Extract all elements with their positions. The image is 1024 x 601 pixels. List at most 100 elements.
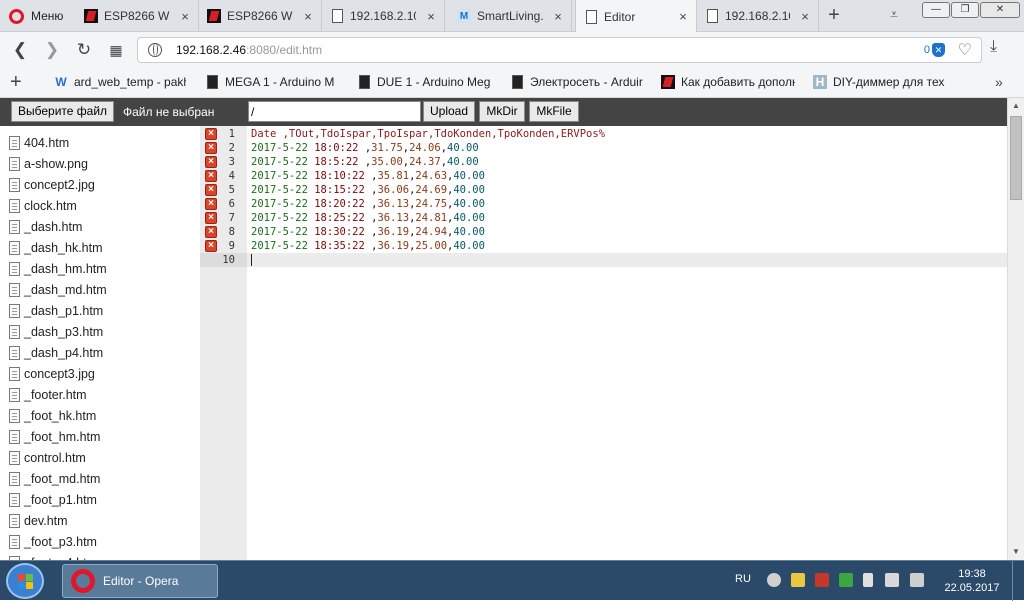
error-marker-icon[interactable]: × — [205, 128, 217, 140]
code-line: Date ,TOut,TdoIspar,TpoIspar,TdoKonden,T… — [247, 127, 1007, 141]
download-icon[interactable]: ⤓ — [990, 38, 997, 56]
path-input[interactable] — [248, 101, 421, 122]
file-item[interactable]: _footer.htm — [9, 388, 87, 402]
file-item[interactable]: 404.htm — [9, 136, 69, 150]
page-icon — [205, 75, 219, 89]
close-tab-icon[interactable]: × — [674, 9, 692, 24]
csv-time: 18:15:22 — [314, 184, 365, 196]
maximize-button[interactable]: ❐ — [951, 2, 979, 18]
back-button[interactable]: ❮ — [8, 38, 32, 62]
bookmark-item[interactable]: Электросеть - Arduir — [510, 75, 644, 89]
error-marker-icon[interactable]: × — [205, 212, 217, 224]
file-item[interactable]: _foot_md.htm — [9, 472, 100, 486]
file-name: 404.htm — [24, 136, 70, 150]
adblock-badge[interactable]: 0 ✕ — [924, 43, 945, 57]
bookmarks-bar: + Ward_web_temp - pakh MEGA 1 - Arduino M… — [0, 68, 1024, 98]
speed-dial-icon[interactable]: ▦ — [104, 38, 128, 62]
check-tray-icon[interactable] — [839, 573, 853, 587]
tab-2[interactable]: ESP8266 Wi-F × — [199, 0, 322, 32]
scroll-thumb[interactable] — [1010, 116, 1022, 200]
file-item[interactable]: _dash_hm.htm — [9, 262, 107, 276]
mkfile-button[interactable]: MkFile — [529, 101, 579, 122]
error-marker-icon[interactable]: × — [205, 184, 217, 196]
file-item[interactable]: clock.htm — [9, 199, 77, 213]
chart-tray-icon[interactable] — [791, 573, 805, 587]
bookmark-item[interactable]: MEGA 1 - Arduino M — [205, 75, 339, 89]
language-indicator[interactable]: RU — [735, 573, 751, 585]
flag-icon[interactable] — [863, 573, 873, 587]
add-bookmark-button[interactable]: + — [10, 71, 22, 94]
new-tab-button[interactable]: + — [822, 3, 846, 27]
file-item[interactable]: concept2.jpg — [9, 178, 95, 192]
file-item[interactable]: _foot_p3.htm — [9, 535, 97, 549]
system-clock[interactable]: 19:38 22.05.2017 — [942, 567, 1002, 595]
file-item[interactable]: _dash_hk.htm — [9, 241, 103, 255]
close-tab-icon[interactable]: × — [549, 9, 567, 24]
url-host: 192.168.2.46 — [176, 43, 247, 57]
show-desktop-button[interactable] — [1012, 561, 1024, 601]
minimize-button[interactable]: — — [922, 2, 950, 18]
more-bookmarks-icon[interactable]: » — [995, 74, 1003, 90]
antivirus-icon[interactable] — [815, 573, 829, 587]
error-marker-icon[interactable]: × — [205, 156, 217, 168]
bookmark-item[interactable]: Ward_web_temp - pakh — [54, 75, 186, 89]
file-item[interactable]: _dash_p3.htm — [9, 325, 103, 339]
close-window-button[interactable]: ✕ — [980, 2, 1020, 18]
choose-file-button[interactable]: Выберите файл — [11, 101, 115, 122]
close-tab-icon[interactable]: × — [422, 9, 440, 24]
file-item[interactable]: _foot_p1.htm — [9, 493, 97, 507]
bookmark-item[interactable]: DUE 1 - Arduino Meg — [357, 75, 491, 89]
scroll-up-icon[interactable]: ▲ — [1008, 98, 1024, 114]
file-item[interactable]: control.htm — [9, 451, 86, 465]
file-item[interactable]: _foot_hm.htm — [9, 430, 100, 444]
error-marker-icon[interactable]: × — [205, 226, 217, 238]
file-item[interactable]: _dash_p4.htm — [9, 346, 103, 360]
tab-6[interactable]: 192.168.2.102 × — [697, 0, 819, 32]
tab-4[interactable]: M SmartLiving.r × — [449, 0, 572, 32]
code-line: 2017-5-22 18:15:22 ,36.06,24.69,40.00 — [247, 183, 1007, 197]
gutter-line: × 8 — [200, 225, 247, 239]
heart-icon[interactable]: ♡ — [958, 40, 972, 60]
file-icon — [9, 514, 20, 528]
address-field[interactable]: 192.168.2.46:8080/edit.htm 0 ✕ ♡ — [137, 37, 982, 63]
code-editor[interactable]: Date ,TOut,TdoIspar,TpoIspar,TdoKonden,T… — [247, 126, 1007, 560]
file-icon — [9, 262, 20, 276]
tab-menu-icon[interactable]: ⩡ — [890, 6, 898, 23]
csv-value: 36.19 — [377, 240, 410, 252]
forward-button[interactable]: ❯ — [40, 38, 64, 62]
code-separator: , — [364, 170, 378, 182]
file-item[interactable]: concept3.jpg — [9, 367, 95, 381]
scroll-down-icon[interactable]: ▼ — [1008, 544, 1024, 560]
error-marker-icon[interactable]: × — [205, 142, 217, 154]
upload-button[interactable]: Upload — [423, 101, 475, 122]
volume-icon[interactable] — [885, 573, 899, 587]
error-marker-icon[interactable]: × — [205, 240, 217, 252]
tab-1[interactable]: ESP8266 Wi-F × — [76, 0, 199, 32]
opera-menu-button[interactable]: Меню — [0, 0, 76, 32]
bookmark-item[interactable]: Как добавить дополн — [661, 75, 795, 89]
bookmark-item[interactable]: H DIY-диммер для тех — [813, 75, 945, 89]
file-item[interactable]: _dash_md.htm — [9, 283, 107, 297]
file-name: _dash.htm — [24, 220, 83, 234]
reload-button[interactable]: ↻ — [72, 38, 96, 62]
file-item[interactable]: dev.htm — [9, 514, 68, 528]
signal-icon[interactable] — [910, 573, 924, 587]
page-scrollbar[interactable]: ▲ ▼ — [1007, 98, 1024, 560]
tab-5[interactable]: Editor × — [575, 0, 697, 33]
taskbar-opera-app[interactable]: Editor - Opera — [62, 564, 218, 598]
csv-value: 36.19 — [377, 226, 410, 238]
file-item[interactable]: _foot_hk.htm — [9, 409, 96, 423]
error-marker-icon[interactable]: × — [205, 170, 217, 182]
close-tab-icon[interactable]: × — [796, 9, 814, 24]
tab-3[interactable]: 192.168.2.102 × — [322, 0, 445, 32]
file-item[interactable]: _dash_p1.htm — [9, 304, 103, 318]
close-tab-icon[interactable]: × — [299, 9, 317, 24]
csv-time: 18:20:22 — [314, 198, 365, 210]
start-button[interactable] — [6, 563, 44, 599]
close-tab-icon[interactable]: × — [176, 9, 194, 24]
error-marker-icon[interactable]: × — [205, 198, 217, 210]
file-item[interactable]: a-show.png — [9, 157, 88, 171]
mkdir-button[interactable]: MkDir — [479, 101, 525, 122]
network-tool-icon[interactable] — [767, 573, 781, 587]
file-item[interactable]: _dash.htm — [9, 220, 82, 234]
